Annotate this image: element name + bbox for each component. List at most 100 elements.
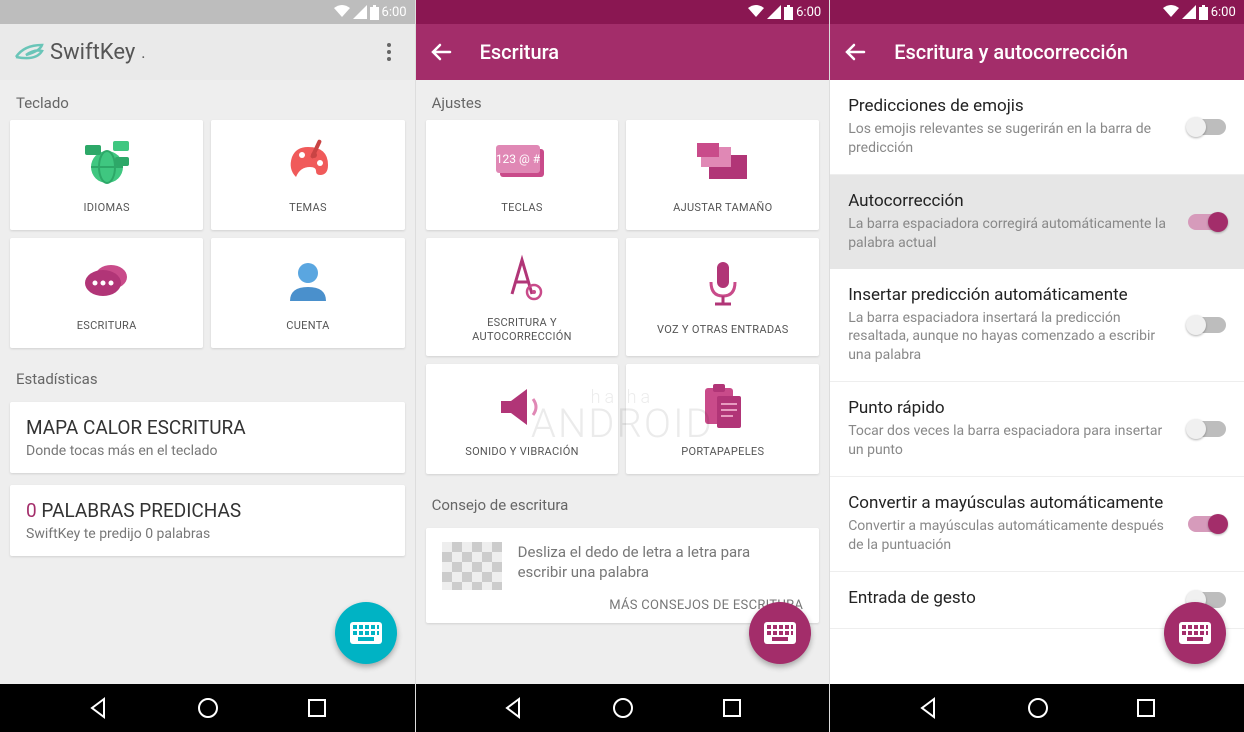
back-arrow-icon[interactable] xyxy=(844,41,866,63)
tip-thumbnail xyxy=(442,542,502,590)
section-tip-header: Consejo de escritura xyxy=(416,482,830,522)
card-teclas[interactable]: 123 @ # TECLAS xyxy=(426,120,619,230)
setting-row[interactable]: Insertar predicción automáticamente La ba… xyxy=(830,269,1244,383)
card-voz[interactable]: VOZ Y OTRAS ENTRADAS xyxy=(626,238,819,356)
toggle-switch[interactable] xyxy=(1188,214,1226,230)
section-keyboard-header: Teclado xyxy=(0,80,415,120)
back-nav-icon[interactable] xyxy=(918,697,940,719)
card-sonido[interactable]: SONIDO Y VIBRACIÓN xyxy=(426,364,619,474)
section-stats-header: Estadísticas xyxy=(0,356,415,396)
wifi-icon xyxy=(748,5,764,19)
status-bar: 6:00 xyxy=(830,0,1244,24)
setting-row[interactable]: Punto rápidoTocar dos veces la barra esp… xyxy=(830,382,1244,477)
home-nav-icon[interactable] xyxy=(197,697,219,719)
wifi-icon xyxy=(334,5,350,19)
globe-icon xyxy=(79,135,135,191)
wifi-icon xyxy=(1163,5,1179,19)
clipboard-icon xyxy=(695,379,751,435)
card-escritura[interactable]: ESCRITURA xyxy=(10,238,203,348)
page-title: Escritura xyxy=(480,40,816,64)
app-bar: Escritura xyxy=(416,24,830,80)
card-cuenta[interactable]: CUENTA xyxy=(211,238,404,348)
setting-desc: Los emojis relevantes se sugerirán en la… xyxy=(848,120,1174,158)
recent-nav-icon[interactable] xyxy=(722,698,742,718)
swiftkey-icon xyxy=(14,37,44,67)
microphone-icon xyxy=(695,257,751,313)
setting-desc: Tocar dos veces la barra espaciadora par… xyxy=(848,422,1174,460)
keyboard-fab[interactable] xyxy=(1164,602,1226,664)
swiftkey-logo: SwiftKey. xyxy=(14,37,349,67)
palette-icon xyxy=(280,135,336,191)
keyboard-icon xyxy=(1179,622,1211,644)
predicted-sub: SwiftKey te predijo 0 palabras xyxy=(26,526,389,542)
card-label: VOZ Y OTRAS ENTRADAS xyxy=(657,323,789,337)
battery-icon xyxy=(784,5,793,20)
cell-icon xyxy=(353,5,367,19)
section-settings-header: Ajustes xyxy=(416,80,830,120)
cell-icon xyxy=(767,5,781,19)
status-time: 6:00 xyxy=(796,5,821,20)
cell-icon xyxy=(1182,5,1196,19)
card-label: TEMAS xyxy=(289,201,327,215)
back-nav-icon[interactable] xyxy=(503,697,525,719)
app-name: SwiftKey xyxy=(50,40,135,65)
setting-row[interactable]: Convertir a mayúsculas automáticamenteCo… xyxy=(830,477,1244,572)
settings-list: Predicciones de emojis Los emojis relevan… xyxy=(830,80,1244,684)
nav-bar xyxy=(830,684,1244,732)
toggle-switch[interactable] xyxy=(1188,317,1226,333)
chat-icon xyxy=(79,253,135,309)
setting-row[interactable]: Predicciones de emojis Los emojis relevan… xyxy=(830,80,1244,175)
recent-nav-icon[interactable] xyxy=(1136,698,1156,718)
card-label: CUENTA xyxy=(286,319,329,333)
setting-row[interactable]: AutocorrecciónLa barra espaciadora corre… xyxy=(830,175,1244,269)
card-tamano[interactable]: AJUSTAR TAMAÑO xyxy=(626,120,819,230)
card-label: ESCRITURA xyxy=(77,319,137,333)
svg-text:123 @ #: 123 @ # xyxy=(496,152,541,166)
toggle-switch[interactable] xyxy=(1188,119,1226,135)
card-autocorrection[interactable]: ESCRITURA Y AUTOCORRECCIÓN xyxy=(426,238,619,356)
keyboard-icon xyxy=(350,622,382,644)
status-time: 6:00 xyxy=(1211,5,1236,20)
status-time: 6:00 xyxy=(382,5,407,20)
setting-title: Autocorrección xyxy=(848,191,1174,211)
tip-text: Desliza el dedo de letra a letra para es… xyxy=(518,542,804,583)
battery-icon xyxy=(370,5,379,20)
recent-nav-icon[interactable] xyxy=(307,698,327,718)
setting-title: Insertar predicción automáticamente xyxy=(848,285,1174,305)
app-bar: Escritura y autocorrección xyxy=(830,24,1244,80)
heatmap-card[interactable]: MAPA CALOR ESCRITURA Donde tocas más en … xyxy=(10,402,405,473)
status-bar: 6:00 xyxy=(416,0,830,24)
overflow-menu-button[interactable] xyxy=(377,43,401,61)
speaker-icon xyxy=(494,379,550,435)
heatmap-title: MAPA CALOR ESCRITURA xyxy=(26,416,389,439)
home-nav-icon[interactable] xyxy=(612,697,634,719)
setting-desc: La barra espaciadora insertará la predic… xyxy=(848,309,1174,366)
autocorrect-icon xyxy=(494,250,550,306)
predicted-title: 0 PALABRAS PREDICHAS xyxy=(26,499,389,522)
card-idiomas[interactable]: IDIOMAS xyxy=(10,120,203,230)
home-nav-icon[interactable] xyxy=(1027,697,1049,719)
keyboard-icon xyxy=(764,622,796,644)
nav-bar xyxy=(0,684,415,732)
card-portapapeles[interactable]: PORTAPAPELES xyxy=(626,364,819,474)
predicted-card[interactable]: 0 PALABRAS PREDICHAS SwiftKey te predijo… xyxy=(10,485,405,556)
user-icon xyxy=(280,253,336,309)
card-label: ESCRITURA Y AUTOCORRECCIÓN xyxy=(472,316,572,344)
back-arrow-icon[interactable] xyxy=(430,41,452,63)
keyboard-fab[interactable] xyxy=(749,602,811,664)
setting-title: Convertir a mayúsculas automáticamente xyxy=(848,493,1174,513)
back-nav-icon[interactable] xyxy=(88,697,110,719)
page-title: Escritura y autocorrección xyxy=(894,40,1230,64)
card-temas[interactable]: TEMAS xyxy=(211,120,404,230)
status-bar: 6:00 xyxy=(0,0,415,24)
card-label: IDIOMAS xyxy=(84,201,130,215)
toggle-switch[interactable] xyxy=(1188,516,1226,532)
toggle-switch[interactable] xyxy=(1188,421,1226,437)
setting-title: Predicciones de emojis xyxy=(848,96,1174,116)
card-label: AJUSTAR TAMAÑO xyxy=(673,201,772,215)
card-label: PORTAPAPELES xyxy=(681,445,764,459)
keyboard-fab[interactable] xyxy=(335,602,397,664)
heatmap-sub: Donde tocas más en el teclado xyxy=(26,443,389,459)
keys-icon: 123 @ # xyxy=(494,135,550,191)
battery-icon xyxy=(1199,5,1208,20)
